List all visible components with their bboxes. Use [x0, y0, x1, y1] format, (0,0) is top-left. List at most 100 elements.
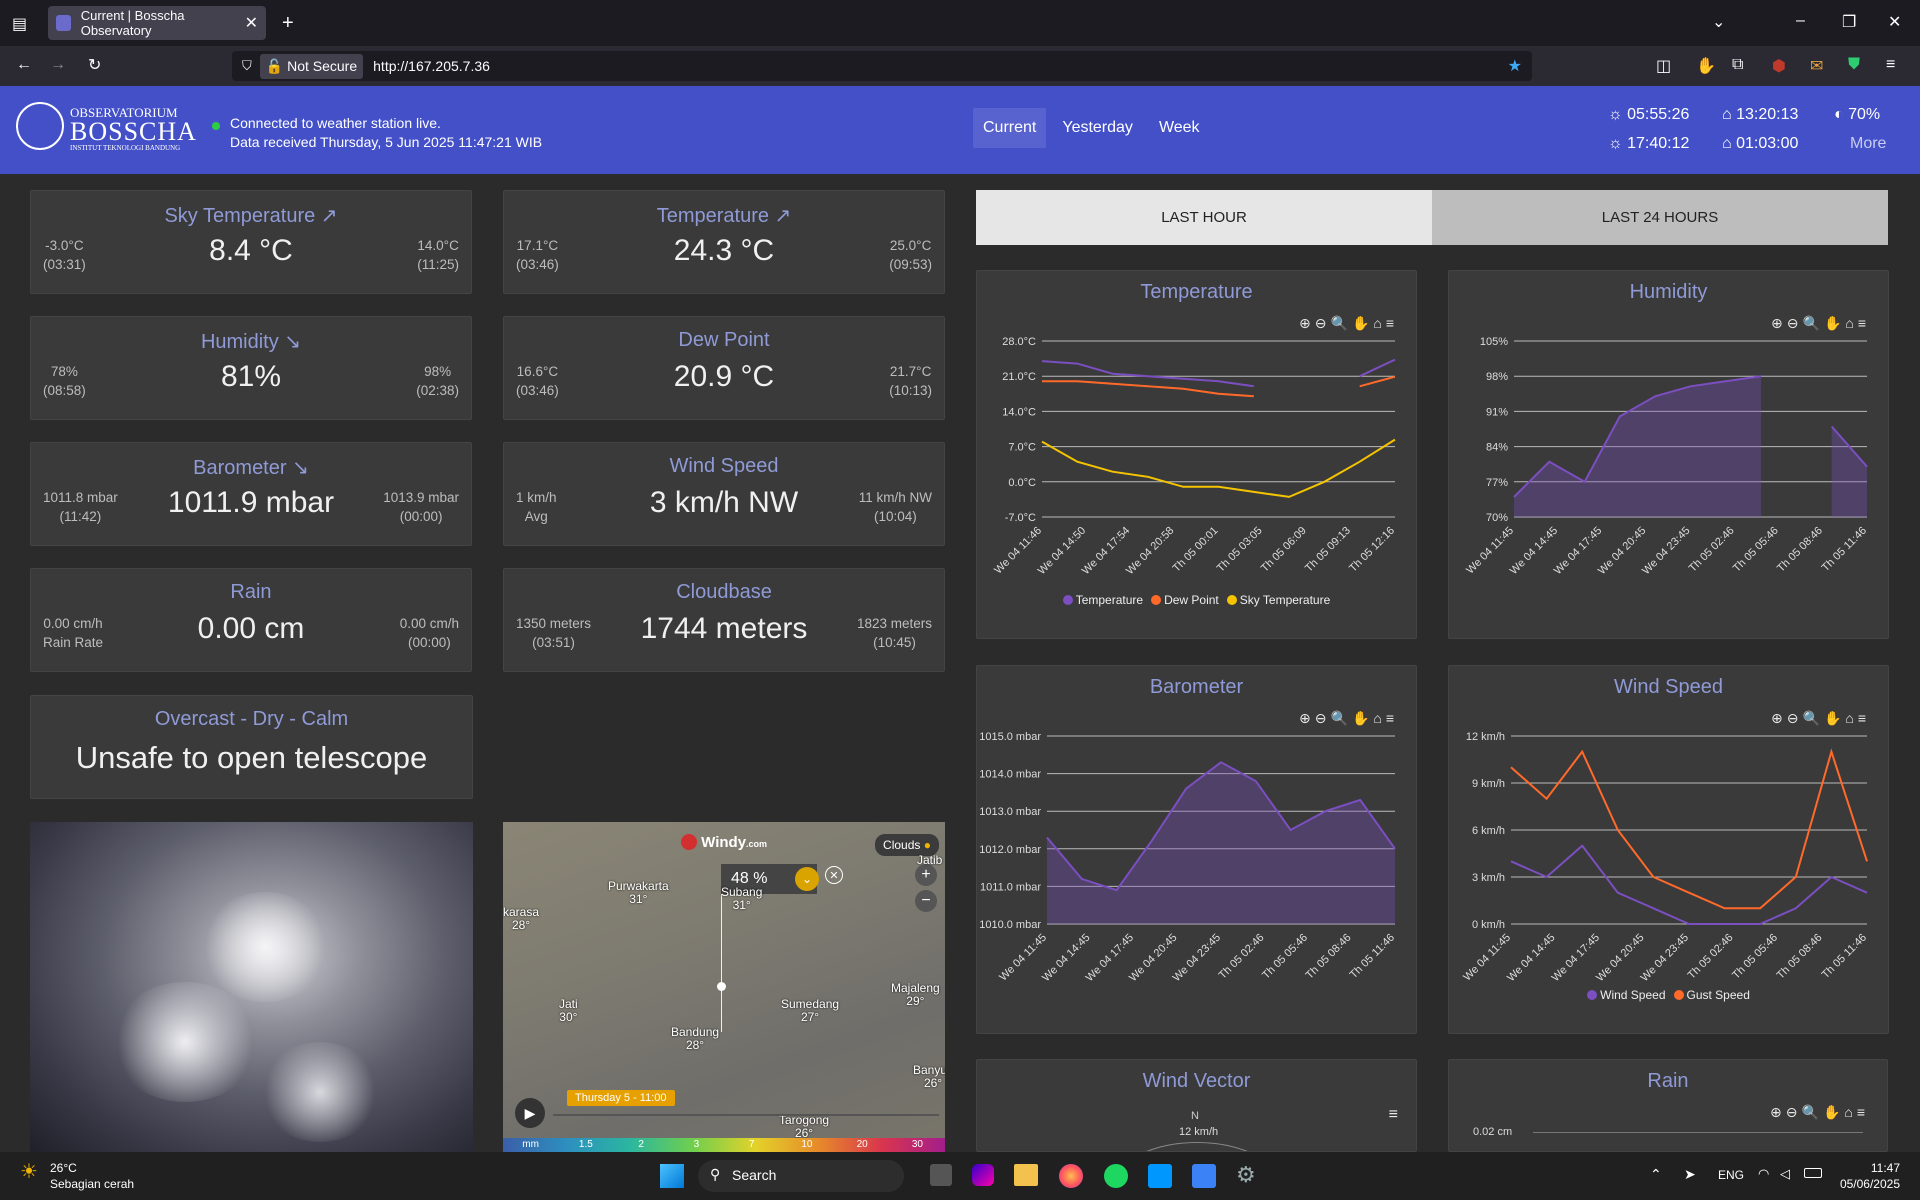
- more-link[interactable]: More: [1850, 129, 1886, 158]
- tab-title: Current | Bosscha Observatory: [80, 8, 185, 38]
- card-title[interactable]: Sky Temperature ↗: [31, 203, 471, 228]
- windy-icon: [681, 834, 697, 850]
- location-icon[interactable]: ➤: [1684, 1166, 1696, 1183]
- file-explorer-icon[interactable]: [1014, 1164, 1038, 1186]
- card-title[interactable]: Humidity ↘: [31, 329, 471, 354]
- series-line-dew-point: [1042, 375, 1396, 398]
- windy-logo[interactable]: Windy.com: [681, 834, 767, 851]
- spotify-icon[interactable]: [1104, 1164, 1128, 1188]
- bookmark-star-icon[interactable]: ★: [1508, 56, 1522, 76]
- nav-current[interactable]: Current: [973, 108, 1047, 148]
- forward-icon[interactable]: →: [50, 56, 66, 74]
- sunrise-icon: ☼: [1608, 106, 1623, 123]
- legend-item[interactable]: Temperature: [1062, 593, 1143, 607]
- y-tick-label: 1010.0 mbar: [979, 919, 1041, 931]
- chart-svg[interactable]: 12 km/h9 km/h6 km/h3 km/h0 km/hWe 04 11:…: [1449, 666, 1890, 1035]
- sunrise-time: 05:55:26: [1627, 106, 1690, 123]
- chart-panel-temperature: Temperature ⊕⊖🔍✋⌂≡ 28.0°C 21.0°C 14.0°C 7.0°…: [976, 270, 1417, 639]
- moon-illumination: 70%: [1848, 106, 1881, 123]
- app-icon[interactable]: [1192, 1164, 1216, 1188]
- tabs-dropdown-icon[interactable]: ⌄: [1712, 12, 1725, 32]
- nav-week[interactable]: Week: [1149, 108, 1210, 148]
- card-low: 1011.8 mbar (11:42): [43, 490, 118, 524]
- extension-icon[interactable]: ✋: [1696, 56, 1716, 76]
- popup-close-icon[interactable]: ✕: [825, 866, 843, 884]
- minimize-icon[interactable]: –: [1796, 12, 1805, 30]
- card-title[interactable]: Rain: [31, 581, 471, 604]
- start-icon[interactable]: [660, 1164, 684, 1188]
- vpn-icon[interactable]: ⛊: [1848, 56, 1860, 74]
- chart-svg[interactable]: 1015.0 mbar 1014.0 mbar 1013.0 mbar 1012.0 …: [977, 666, 1418, 1035]
- address-bar[interactable]: ⛉ 🔓 Not Secure http://167.205.7.36 ★: [232, 51, 1532, 81]
- puzzle-icon[interactable]: ⧉: [1732, 56, 1743, 74]
- window-close-icon[interactable]: ✕: [1888, 12, 1901, 32]
- firefox-icon[interactable]: [1059, 1164, 1083, 1188]
- legend-item[interactable]: Wind Speed: [1587, 988, 1666, 1002]
- settings-icon[interactable]: ⚙: [1236, 1162, 1256, 1188]
- legend-item[interactable]: Sky Temperature: [1226, 593, 1330, 607]
- tray-chevron-icon[interactable]: ⌃: [1650, 1166, 1662, 1183]
- observatory-logo-icon[interactable]: [16, 102, 64, 150]
- chart-svg[interactable]: 28.0°C 21.0°C 14.0°C 7.0°C 0.0°C -7.0°C We 04 …: [977, 271, 1418, 640]
- tab-last-hour[interactable]: LAST HOUR: [976, 190, 1432, 245]
- language-indicator[interactable]: ENG: [1718, 1168, 1744, 1182]
- wifi-icon[interactable]: ◠: [1758, 1166, 1769, 1182]
- card-value: 81%: [220, 360, 282, 393]
- x-tick-label: Th 05 03:05: [1215, 525, 1265, 575]
- copilot-icon[interactable]: [972, 1164, 994, 1186]
- card-title[interactable]: Temperature ↗: [504, 203, 944, 228]
- compass-north: N: [1191, 1110, 1199, 1122]
- vscode-icon[interactable]: [1148, 1164, 1172, 1188]
- pocket-icon[interactable]: ◫: [1656, 56, 1671, 76]
- card-high: 21.7°C (10:13): [889, 364, 932, 398]
- humidity-card: Humidity ↘ 81% 78% (08:58) 98% (02:38): [30, 316, 472, 420]
- windy-map[interactable]: Windy.com Clouds ● 48 % ⌄ ✕ + − Purwakar…: [503, 822, 945, 1152]
- logo-text[interactable]: OBSERVATORIUM BOSSCHA INSTITUT TEKNOLOGI…: [70, 106, 197, 152]
- temperature-card: Temperature ↗ 24.3 °C 17.1°C (03:46) 25.0…: [503, 190, 945, 294]
- close-tab-icon[interactable]: ✕: [245, 13, 258, 33]
- volume-icon[interactable]: ◁: [1780, 1166, 1790, 1182]
- tab-list-icon[interactable]: ▤: [12, 14, 27, 34]
- timeline-track[interactable]: [553, 1114, 939, 1116]
- reload-icon[interactable]: ↻: [88, 55, 101, 75]
- card-title[interactable]: Wind Speed: [504, 455, 944, 478]
- zoom-out-icon[interactable]: −: [915, 890, 937, 912]
- new-tab-icon[interactable]: +: [282, 12, 294, 35]
- tab-last-24-hours[interactable]: LAST 24 HOURS: [1432, 190, 1888, 245]
- browser-tab[interactable]: Current | Bosscha Observatory ✕: [48, 6, 266, 40]
- chart-toolbar[interactable]: ⊕⊖🔍✋⌂≡: [1770, 1104, 1869, 1121]
- card-title[interactable]: Cloudbase: [504, 581, 944, 604]
- search-icon: ⚲: [710, 1166, 721, 1182]
- series-line-wind-speed: [1510, 844, 1868, 925]
- legend-item[interactable]: Gust Speed: [1673, 988, 1750, 1002]
- card-high: 0.00 cm/h (00:00): [399, 616, 459, 650]
- weather-widget[interactable]: ☀ 26°C Sebagian cerah: [20, 1160, 134, 1192]
- menu-icon[interactable]: ≡: [1886, 56, 1895, 74]
- taskbar-search[interactable]: ⚲ Search: [698, 1160, 904, 1192]
- addon-icon[interactable]: ✉: [1810, 56, 1823, 76]
- not-secure-label[interactable]: 🔓 Not Secure: [259, 53, 364, 79]
- clock[interactable]: 11:47 05/06/2025: [1840, 1160, 1900, 1192]
- play-icon[interactable]: ▶: [515, 1098, 545, 1128]
- card-title[interactable]: Barometer ↘: [31, 455, 471, 480]
- favicon-icon: [56, 15, 71, 31]
- chart-menu-icon[interactable]: ≡: [1389, 1106, 1398, 1124]
- zoom-in-icon[interactable]: +: [915, 864, 937, 886]
- card-title[interactable]: Dew Point: [504, 329, 944, 352]
- url-text[interactable]: http://167.205.7.36: [373, 58, 490, 74]
- rain-title: Rain: [1647, 1070, 1689, 1092]
- restore-icon[interactable]: ❐: [1842, 12, 1856, 32]
- task-view-icon[interactable]: [930, 1164, 952, 1186]
- chart-panel-humidity: Humidity ⊕⊖🔍✋⌂≡ 105% 98% 91% 84% 77% 70% We 04 …: [1448, 270, 1889, 639]
- ublock-icon[interactable]: ⬢: [1772, 56, 1786, 76]
- battery-icon[interactable]: [1804, 1168, 1822, 1178]
- barometer-card: Barometer ↘ 1011.9 mbar 1011.8 mbar (11:4…: [30, 442, 472, 546]
- back-icon[interactable]: ←: [16, 56, 32, 74]
- card-low: 17.1°C (03:46): [516, 238, 559, 272]
- y-tick-label: 28.0°C: [1002, 336, 1036, 348]
- popup-dropdown-icon[interactable]: ⌄: [795, 867, 819, 891]
- chart-svg[interactable]: 105%98%91%84%77%70%We 04 11:45We 04 14:4…: [1449, 271, 1890, 640]
- nav-yesterday[interactable]: Yesterday: [1052, 108, 1143, 148]
- zoom-icon[interactable]: 🔍: [1802, 1104, 1823, 1120]
- legend-item[interactable]: Dew Point: [1151, 593, 1219, 607]
